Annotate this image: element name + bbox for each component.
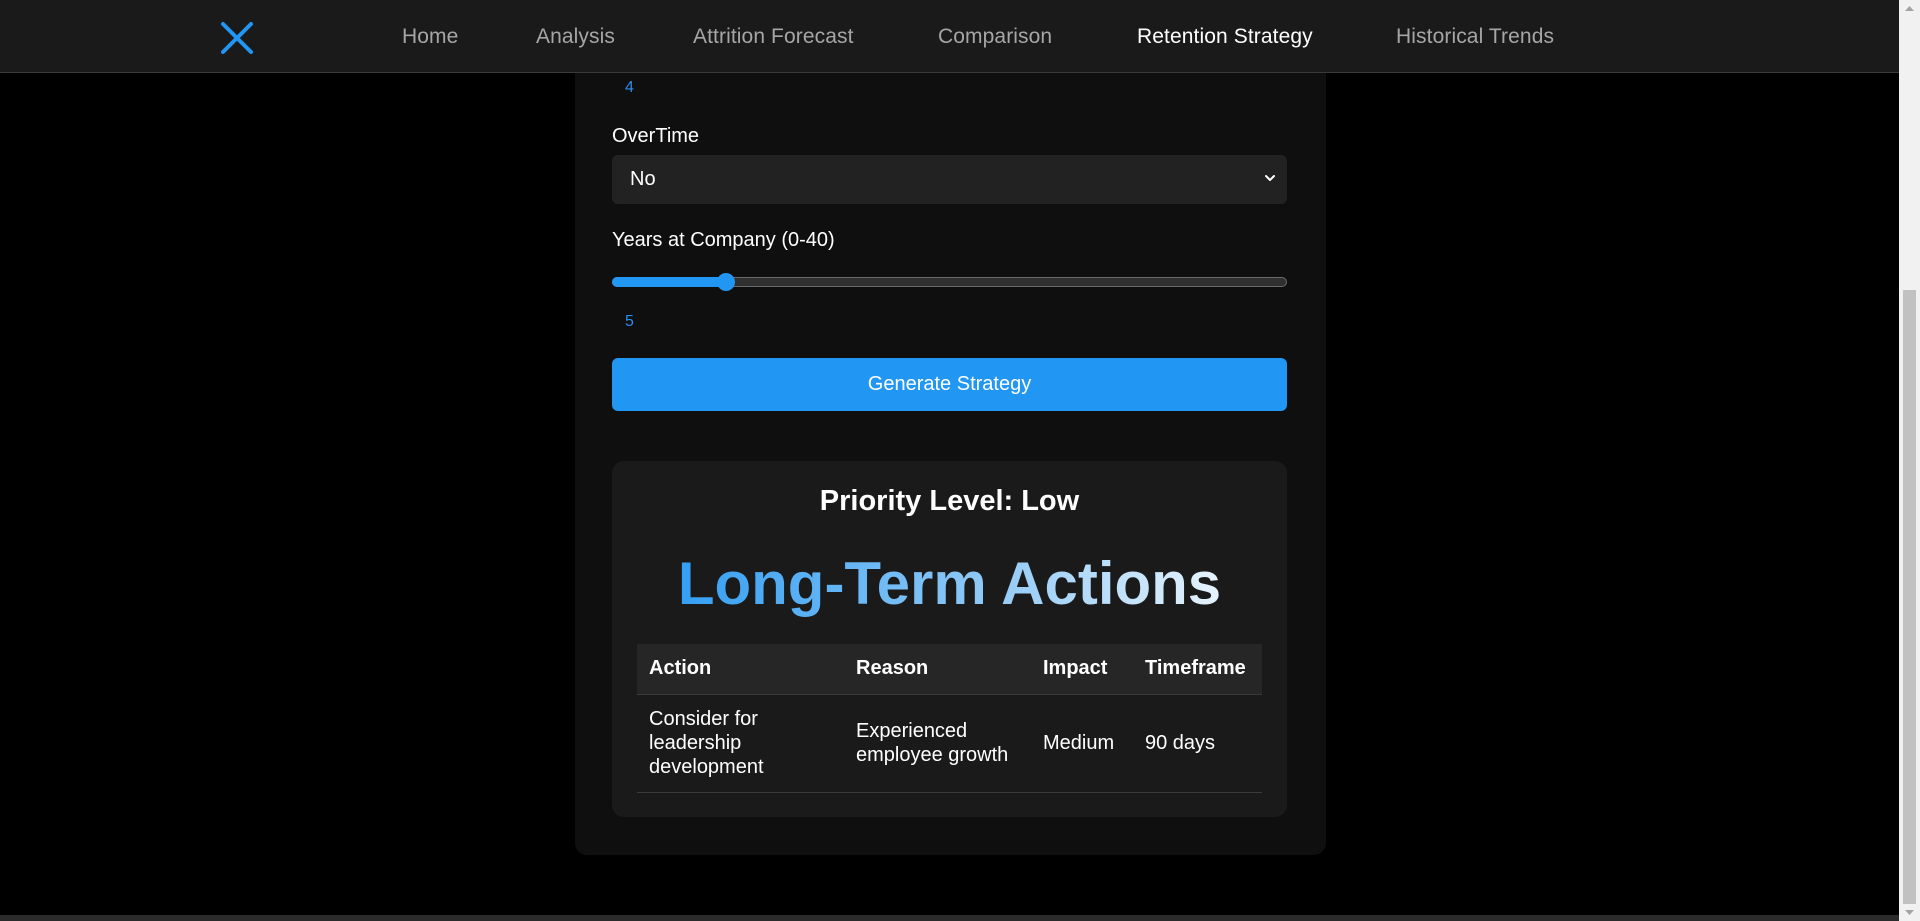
overtime-select[interactable]: No xyxy=(612,155,1287,204)
chevron-down-icon xyxy=(1265,175,1275,181)
vertical-scrollbar[interactable] xyxy=(1899,0,1920,921)
column-header-reason: Reason xyxy=(844,644,1031,695)
years-at-company-slider[interactable] xyxy=(612,270,1287,294)
cell-reason: Experienced employee growth xyxy=(844,694,1031,793)
nav-link-analysis[interactable]: Analysis xyxy=(536,25,615,49)
previous-slider-value: 4 xyxy=(625,79,634,96)
nav-link-attrition-forecast[interactable]: Attrition Forecast xyxy=(693,25,854,49)
bottom-edge-bar xyxy=(0,915,1899,921)
nav-link-comparison[interactable]: Comparison xyxy=(938,25,1052,49)
actions-table: Action Reason Impact Timeframe Consider … xyxy=(637,644,1262,793)
nav-link-retention-strategy[interactable]: Retention Strategy xyxy=(1137,25,1313,49)
slider-thumb[interactable] xyxy=(717,273,735,291)
table-header-row: Action Reason Impact Timeframe xyxy=(637,644,1262,695)
scroll-down-arrow-icon[interactable] xyxy=(1899,904,1920,921)
nav-links: Home Analysis Attrition Forecast Compari… xyxy=(0,0,1899,73)
strategy-headline: Long-Term Actions xyxy=(612,549,1287,618)
table-row: Consider for leadership development Expe… xyxy=(637,694,1262,793)
column-header-impact: Impact xyxy=(1031,644,1133,695)
column-header-action: Action xyxy=(637,644,844,695)
years-at-company-label: Years at Company (0-40) xyxy=(612,229,835,251)
generate-strategy-button[interactable]: Generate Strategy xyxy=(612,358,1287,411)
nav-link-historical-trends[interactable]: Historical Trends xyxy=(1396,25,1554,49)
cell-timeframe: 90 days xyxy=(1133,694,1262,793)
viewport: Home Analysis Attrition Forecast Compari… xyxy=(0,0,1920,921)
column-header-timeframe: Timeframe xyxy=(1133,644,1262,695)
strategy-result-panel: Priority Level: Low Long-Term Actions Ac… xyxy=(612,461,1287,817)
scroll-up-arrow-icon[interactable] xyxy=(1899,0,1920,17)
top-navbar: Home Analysis Attrition Forecast Compari… xyxy=(0,0,1899,73)
years-at-company-value: 5 xyxy=(625,313,634,330)
scrollbar-thumb[interactable] xyxy=(1903,290,1916,904)
nav-link-home[interactable]: Home xyxy=(402,25,458,49)
overtime-select-value: No xyxy=(630,168,656,190)
cell-action: Consider for leadership development xyxy=(637,694,844,793)
cell-impact: Medium xyxy=(1031,694,1133,793)
priority-level: Priority Level: Low xyxy=(819,485,1080,517)
overtime-label: OverTime xyxy=(612,125,700,147)
slider-fill xyxy=(612,277,726,287)
